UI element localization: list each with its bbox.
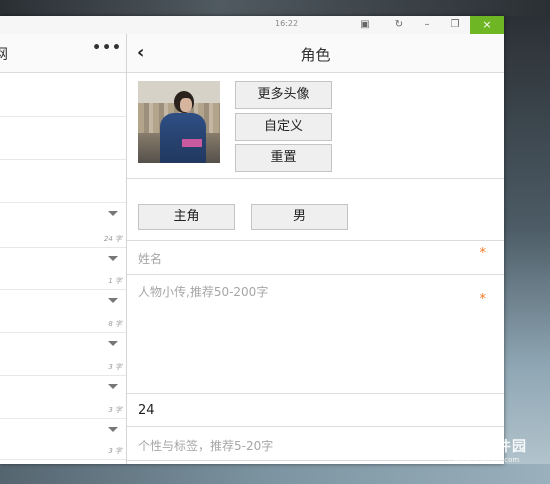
custom-avatar-button[interactable]: 自定义	[235, 113, 332, 141]
watermark-brand: 当下软件园	[452, 439, 527, 455]
tags-field[interactable]: 个性与标签，推荐5-20字	[138, 437, 273, 454]
desktop-strip-bottom	[0, 464, 550, 484]
list-item[interactable]	[0, 160, 126, 203]
minimize-icon[interactable]: –	[414, 16, 440, 34]
divider	[127, 274, 504, 275]
name-field[interactable]: 姓名	[138, 250, 162, 267]
word-count: 3 字	[108, 363, 122, 371]
word-count: 8 字	[108, 320, 122, 328]
desktop-strip-top	[0, 0, 550, 16]
more-avatars-button[interactable]: 更多头像	[235, 81, 332, 109]
screenshot-icon[interactable]: ▣	[352, 16, 378, 34]
word-count: 3 字	[108, 406, 122, 414]
chevron-down-icon[interactable]	[108, 256, 118, 261]
chevron-down-icon[interactable]	[108, 427, 118, 432]
chevron-down-icon[interactable]	[108, 211, 118, 216]
page-title: 角色	[300, 46, 331, 64]
list-item[interactable]: 1 字	[0, 248, 126, 290]
chevron-down-icon[interactable]	[108, 341, 118, 346]
list-item[interactable]: 3 字	[0, 333, 126, 376]
required-mark: *	[479, 246, 487, 261]
list-item[interactable]: 3 字	[0, 419, 126, 460]
divider	[127, 178, 504, 179]
role-panel-header: ‹ 角色	[127, 34, 504, 73]
desktop-strip-right	[504, 16, 550, 484]
required-mark: *	[479, 292, 487, 307]
divider	[127, 240, 504, 241]
clock: 16:22	[275, 19, 299, 28]
app-window: 16:22 ▣ ↻ – ❐ × 网 ••• 24 字 1 字 8 字 3 字 3…	[0, 16, 504, 464]
watermark-url: www.downxia.com	[454, 456, 520, 464]
list-item[interactable]: 24 字	[0, 203, 126, 248]
divider	[127, 426, 504, 427]
role-panel: ‹ 角色 更多头像 自定义 重置 主角 男 姓名 * 人物小传,推荐50-200…	[127, 34, 504, 464]
more-icon[interactable]: •••	[92, 40, 122, 56]
list-item[interactable]: 3 字	[0, 376, 126, 419]
gender-button[interactable]: 男	[251, 204, 348, 230]
avatar[interactable]	[138, 81, 220, 163]
bio-field[interactable]: 人物小传,推荐50-200字	[138, 283, 268, 300]
chevron-down-icon[interactable]	[108, 298, 118, 303]
list-item[interactable]	[0, 73, 126, 117]
divider	[127, 393, 504, 394]
watermark-logo-icon	[420, 434, 446, 460]
word-count: 3 字	[108, 447, 122, 455]
list-item[interactable]	[0, 117, 126, 160]
role-type-button[interactable]: 主角	[138, 204, 235, 230]
chevron-down-icon[interactable]	[108, 384, 118, 389]
restore-icon[interactable]: ❐	[442, 16, 468, 34]
refresh-icon[interactable]: ↻	[386, 16, 412, 34]
word-count: 24 字	[103, 235, 122, 243]
title-bar: 16:22 ▣ ↻ – ❐ ×	[0, 16, 504, 35]
close-icon[interactable]: ×	[470, 16, 504, 34]
word-count: 1 字	[108, 277, 122, 285]
left-pane-title: 网	[0, 47, 8, 63]
divider	[127, 460, 504, 461]
left-pane-header: 网 •••	[0, 34, 126, 73]
age-field[interactable]: 24	[138, 403, 155, 418]
reset-avatar-button[interactable]: 重置	[235, 144, 332, 172]
list-item[interactable]: 8 字	[0, 290, 126, 333]
left-pane: 网 ••• 24 字 1 字 8 字 3 字 3 字 3 字	[0, 34, 127, 464]
